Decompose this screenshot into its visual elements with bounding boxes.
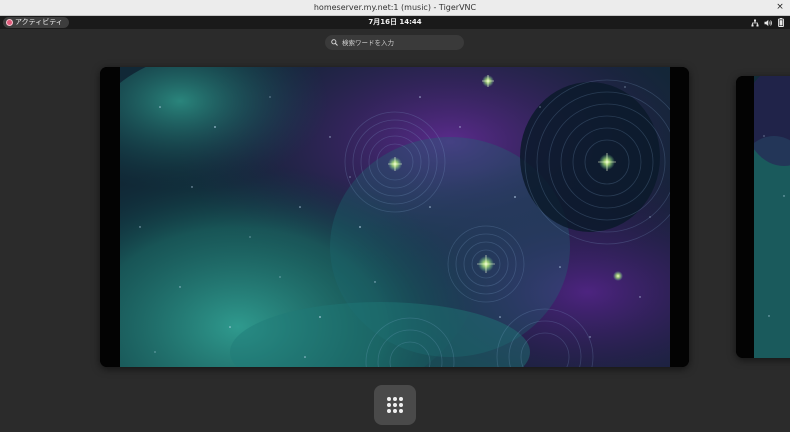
top-bar: アクティビティ 7月16日 14:44 [0,16,790,29]
network-icon[interactable] [751,19,759,27]
nebula-wallpaper [120,67,670,367]
search-icon [331,39,338,46]
battery-icon[interactable] [778,18,784,27]
close-icon[interactable]: × [774,0,786,15]
window-title: homeserver.my.net:1 (music) - TigerVNC [313,3,477,12]
desktop-overview: アクティビティ 7月16日 14:44 [0,16,790,432]
system-tray[interactable] [751,16,784,29]
clock[interactable]: 7月16日 14:44 [0,16,790,29]
workspace-thumbnail-next[interactable] [736,76,790,358]
letterbox-left [736,76,754,358]
show-apps-grid-icon [387,397,403,413]
nebula-wallpaper [754,76,790,358]
search-input[interactable] [342,38,452,47]
workspace-thumbnail-current[interactable] [100,67,689,367]
show-apps-button[interactable] [374,385,416,425]
search-field[interactable] [325,35,464,50]
volume-icon[interactable] [764,19,773,27]
letterbox-left [100,67,120,367]
letterbox-right [670,67,689,367]
window-titlebar: homeserver.my.net:1 (music) - TigerVNC × [0,0,790,16]
